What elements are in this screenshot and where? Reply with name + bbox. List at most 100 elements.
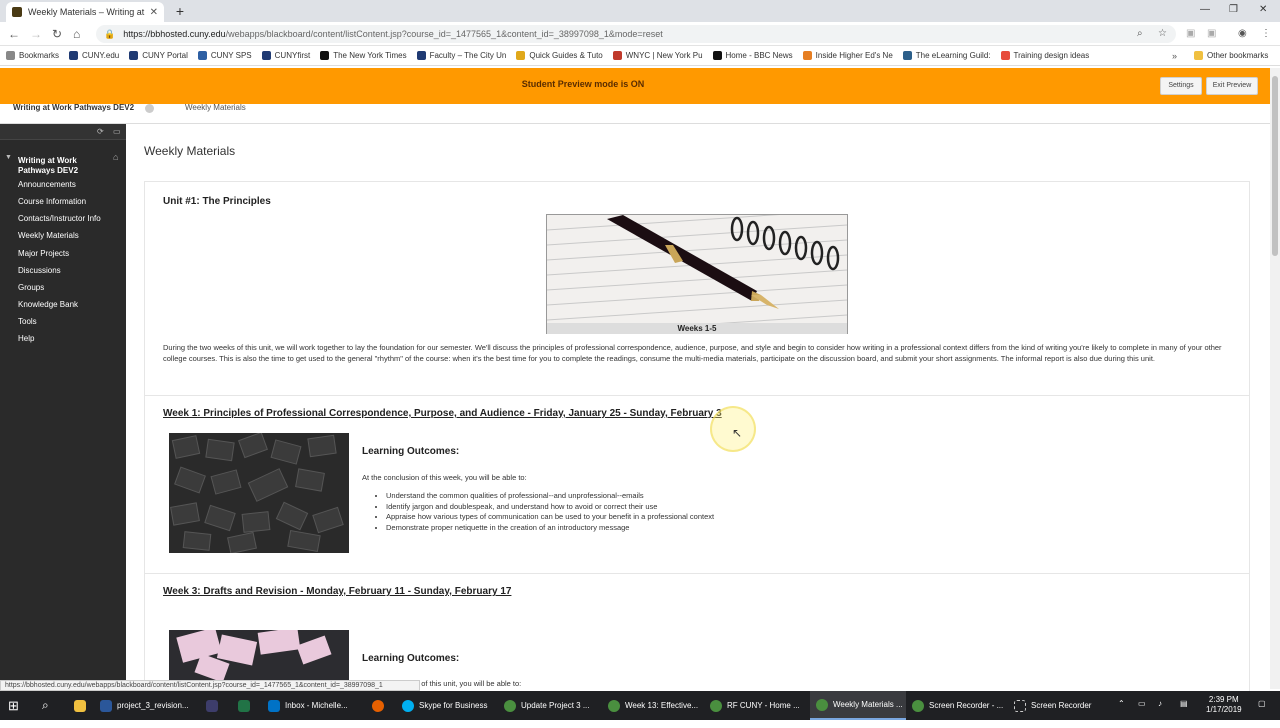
cuny-icon — [129, 51, 139, 60]
cuny-sps-icon — [197, 51, 207, 60]
forward-icon[interactable]: → — [30, 27, 42, 41]
address-bar[interactable]: 🔒 https://bbhosted.cuny.edu/webapps/blac… — [96, 25, 1176, 43]
taskbar-firefox[interactable] — [372, 691, 389, 720]
refresh-icon[interactable]: ⟳ — [97, 127, 104, 136]
taskbar-excel[interactable] — [238, 691, 255, 720]
windows-taskbar: ⊞ ⌕ project_3_revision... Inbox - Michel… — [0, 691, 1280, 720]
exit-preview-button[interactable]: Exit Preview — [1206, 77, 1258, 95]
other-bookmarks[interactable]: Other bookmarks — [1194, 51, 1268, 60]
list-item: Identify jargon and doublespeak, and und… — [386, 502, 714, 513]
bookmark-item[interactable]: The New York Times — [320, 51, 407, 60]
sidebar-item-tools[interactable]: Tools — [18, 317, 37, 326]
close-tab-icon[interactable]: ✕ — [150, 7, 158, 18]
bookmark-item[interactable]: Inside Higher Ed's Ne — [802, 51, 893, 60]
bookmark-item[interactable]: Training design ideas — [1000, 51, 1089, 60]
sidebar-item-contacts[interactable]: Contacts/Instructor Info — [18, 214, 101, 223]
taskbar-chrome[interactable]: Update Project 3 ... — [504, 691, 602, 720]
sidebar-item-announcements[interactable]: Announcements — [18, 180, 76, 189]
url-path: /webapps/blackboard/content/listContent.… — [225, 29, 663, 39]
home-icon[interactable]: ⌂ — [113, 152, 118, 162]
bookmark-item[interactable]: Faculty – The City Un — [416, 51, 506, 60]
sidebar-item-weekly-materials[interactable]: Weekly Materials — [18, 231, 79, 240]
course-title[interactable]: Writing at Work Pathways DEV2 — [18, 156, 98, 176]
sidebar-item-major-projects[interactable]: Major Projects — [18, 249, 69, 258]
blackboard-favicon-icon — [12, 7, 22, 17]
content-area: Weekly Materials Unit #1: The Principles… — [126, 124, 1270, 693]
url-host: https://bbhosted.cuny.edu — [123, 29, 226, 39]
week-1-outcomes-heading: Learning Outcomes: — [362, 446, 460, 457]
reload-icon[interactable]: ↻ — [52, 27, 62, 41]
bookmarks-bar: Bookmarks CUNY.edu CUNY Portal CUNY SPS … — [0, 46, 1280, 66]
menu-icon[interactable]: ⋮ — [1261, 28, 1271, 39]
tab-title: Weekly Materials – Writing at W — [28, 7, 146, 17]
taskbar-word[interactable]: project_3_revision... — [100, 691, 200, 720]
taskbar-skype[interactable]: Skype for Business — [402, 691, 498, 720]
list-item: Appraise how various types of communicat… — [386, 512, 714, 523]
cuny-icon — [261, 51, 271, 60]
bookmark-item[interactable]: Home - BBC News — [712, 51, 793, 60]
address-toolbar: ← → ↻ ⌂ 🔒 https://bbhosted.cuny.edu/weba… — [0, 22, 1280, 46]
scrollbar-thumb[interactable] — [1272, 76, 1278, 256]
taskbar-chrome[interactable]: Week 13: Effective... — [608, 691, 704, 720]
extension-icon[interactable]: ▣ — [1207, 28, 1216, 39]
breadcrumb-separator-icon — [145, 104, 154, 113]
bookmark-item[interactable]: CUNY SPS — [197, 51, 252, 60]
sidebar-item-groups[interactable]: Groups — [18, 283, 44, 292]
firefox-icon — [372, 699, 384, 712]
week-1-title[interactable]: Week 1: Principles of Professional Corre… — [163, 408, 722, 419]
chrome-icon — [710, 699, 722, 712]
unit-description: During the two weeks of this unit, we wi… — [163, 343, 1222, 363]
taskbar-app[interactable] — [206, 691, 223, 720]
unit-image: Weeks 1-5 — [546, 209, 848, 336]
home-icon[interactable]: ⌂ — [73, 27, 80, 41]
taskbar-chrome[interactable]: Screen Recorder - ... — [912, 691, 1008, 720]
week-1-intro: At the conclusion of this week, you will… — [362, 473, 527, 482]
search-icon[interactable]: ⌕ — [1137, 28, 1143, 39]
notifications-icon[interactable]: ▤ — [1180, 699, 1188, 728]
start-icon[interactable]: ⊞ — [8, 691, 19, 720]
back-icon[interactable]: ← — [8, 27, 20, 41]
folder-view-icon[interactable]: ▭ — [113, 127, 121, 136]
course-menu: ⟳ ▭ ▼ Writing at Work Pathways DEV2 ⌂ An… — [0, 124, 126, 689]
close-window-icon[interactable]: ✕ — [1259, 4, 1267, 15]
file-explorer-icon[interactable] — [74, 691, 91, 720]
taskbar-screen-recorder[interactable]: Screen Recorder — [1014, 691, 1110, 720]
taskbar-chrome[interactable]: RF CUNY - Home ... — [710, 691, 806, 720]
network-icon[interactable]: ▭ — [1138, 699, 1146, 728]
minimize-icon[interactable]: — — [1200, 4, 1210, 15]
sidebar-item-course-information[interactable]: Course Information — [18, 197, 86, 206]
taskbar-chrome-active[interactable]: Weekly Materials ... — [810, 691, 906, 720]
more-bookmarks-icon[interactable]: » — [1172, 51, 1177, 61]
bookmark-item[interactable]: CUNYfirst — [261, 51, 310, 60]
extension-icon[interactable]: ▣ — [1186, 28, 1195, 39]
bookmark-item[interactable]: WNYC | New York Pu — [612, 51, 703, 60]
screen-recorder-icon — [1014, 699, 1026, 712]
bookmark-item[interactable]: Bookmarks — [6, 51, 59, 60]
taskbar-outlook[interactable]: Inbox - Michelle... — [268, 691, 364, 720]
settings-button[interactable]: Settings — [1160, 77, 1202, 95]
restore-icon[interactable]: ❐ — [1229, 4, 1238, 15]
chrome-icon — [608, 699, 620, 712]
wnyc-icon — [612, 51, 622, 60]
breadcrumb-course[interactable]: Writing at Work Pathways DEV2 — [13, 103, 134, 112]
tray-chevron-icon[interactable]: ⌃ — [1118, 699, 1125, 728]
profile-avatar-icon[interactable]: ◉ — [1238, 28, 1247, 39]
volume-icon[interactable]: ♪ — [1158, 699, 1162, 728]
action-center-icon[interactable]: ▢ — [1258, 699, 1266, 728]
search-icon[interactable]: ⌕ — [42, 691, 49, 720]
sidebar-item-discussions[interactable]: Discussions — [18, 266, 61, 275]
app-icon — [206, 699, 218, 712]
sidebar-item-help[interactable]: Help — [18, 334, 34, 343]
collapse-icon[interactable]: ▼ — [5, 154, 12, 161]
week-3-title[interactable]: Week 3: Drafts and Revision - Monday, Fe… — [163, 586, 511, 597]
bookmark-item[interactable]: CUNY.edu — [69, 51, 119, 60]
star-icon[interactable]: ☆ — [1158, 28, 1167, 39]
sidebar-item-knowledge-bank[interactable]: Knowledge Bank — [18, 300, 78, 309]
bookmark-item[interactable]: Quick Guides & Tuto — [516, 51, 603, 60]
browser-tab-active[interactable]: Weekly Materials – Writing at W ✕ — [6, 2, 164, 22]
new-tab-button[interactable]: + — [172, 4, 188, 20]
bookmark-item[interactable]: CUNY Portal — [129, 51, 188, 60]
breadcrumb: Writing at Work Pathways DEV2 Weekly Mat… — [0, 103, 1270, 124]
bookmark-item[interactable]: The eLearning Guild: — [902, 51, 991, 60]
week-3-outcomes-heading: Learning Outcomes: — [362, 653, 460, 664]
